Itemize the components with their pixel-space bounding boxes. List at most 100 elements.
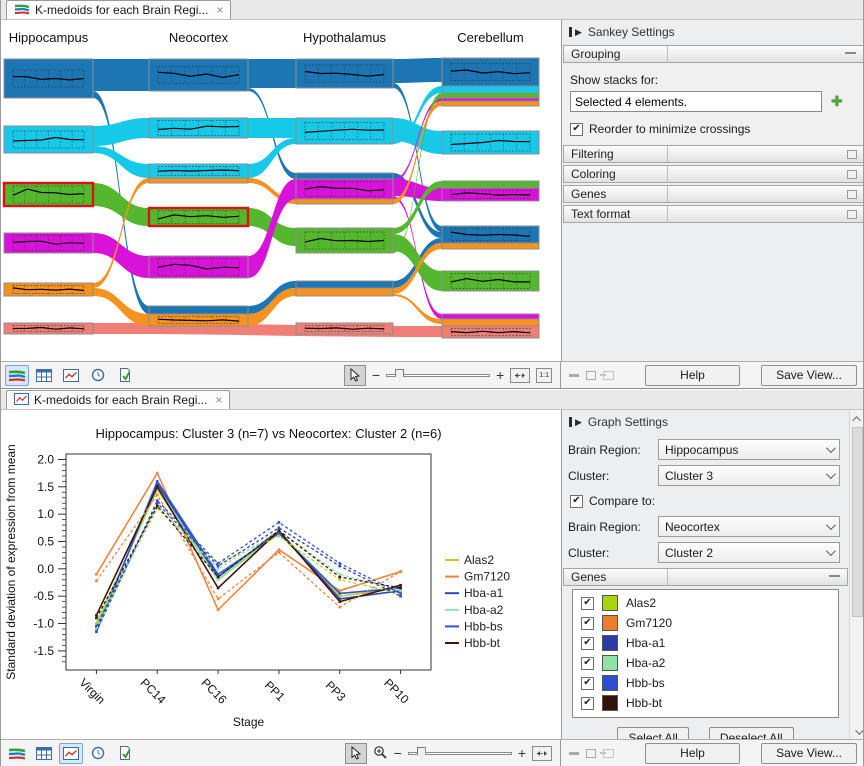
gene-row-alas2[interactable]: ✔Alas2 bbox=[573, 593, 838, 613]
gene-checkbox[interactable]: ✔ bbox=[581, 657, 594, 670]
expand-section-icon[interactable] bbox=[847, 170, 857, 179]
sankey-node-orange[interactable] bbox=[296, 288, 393, 296]
sankey-flow-blue[interactable] bbox=[393, 58, 442, 83]
gene-checkbox[interactable]: ✔ bbox=[581, 677, 594, 690]
gene-checkbox[interactable]: ✔ bbox=[581, 597, 594, 610]
section-header-text-format[interactable]: Text format bbox=[563, 205, 864, 223]
tab-graph-view[interactable]: K-medoids for each Brain Regi... × bbox=[6, 390, 230, 409]
sankey-diagram[interactable] bbox=[1, 53, 561, 362]
zoom-in-icon[interactable]: + bbox=[496, 368, 504, 382]
panel-title-sankey-settings[interactable]: ▶ Sankey Settings bbox=[562, 20, 864, 44]
scroll-down-icon[interactable] bbox=[850, 724, 864, 739]
panel-collapse-icon[interactable]: ▶ bbox=[569, 27, 582, 37]
sankey-node-cyan[interactable] bbox=[442, 86, 539, 93]
gene-row-hbb-bs[interactable]: ✔Hbb-bs bbox=[573, 673, 838, 693]
save-view-button[interactable]: Save View... bbox=[761, 365, 857, 386]
scroll-up-icon[interactable] bbox=[850, 411, 864, 426]
table-view-button[interactable] bbox=[32, 365, 56, 386]
save-view-button[interactable]: Save View... bbox=[761, 743, 857, 764]
add-selection-icon[interactable]: ✚ bbox=[831, 93, 843, 110]
compare-to-checkbox[interactable]: ✔ bbox=[570, 495, 583, 508]
brain-region-2-select[interactable]: Neocortex bbox=[658, 516, 840, 537]
sankey-flow-cyan[interactable] bbox=[93, 118, 149, 146]
expand-section-icon[interactable] bbox=[847, 210, 857, 219]
settings-scrollbar[interactable] bbox=[849, 410, 864, 740]
element-info-button[interactable] bbox=[113, 365, 137, 386]
zoom-100-icon[interactable]: 1:1 bbox=[536, 368, 552, 383]
zoom-in-icon[interactable]: + bbox=[518, 746, 526, 760]
zoom-slider[interactable] bbox=[386, 369, 490, 382]
cluster-select[interactable]: Cluster 3 bbox=[658, 465, 840, 486]
maximize-panel-icon[interactable] bbox=[586, 371, 596, 380]
element-info-button[interactable] bbox=[113, 743, 137, 764]
minimize-panel-icon[interactable] bbox=[569, 752, 579, 755]
close-tab-icon[interactable]: × bbox=[216, 3, 223, 17]
sankey-flow-blue[interactable] bbox=[93, 59, 149, 91]
selection-cursor-button[interactable] bbox=[345, 743, 367, 764]
stack-selection-input[interactable] bbox=[570, 91, 822, 112]
zoom-slider-thumb[interactable] bbox=[395, 369, 404, 382]
cluster-2-select[interactable]: Cluster 2 bbox=[658, 542, 840, 563]
sankey-flow-green[interactable] bbox=[93, 183, 149, 226]
section-header-filtering[interactable]: Filtering bbox=[563, 145, 864, 163]
sankey-node-orange[interactable] bbox=[442, 319, 539, 326]
sankey-flow-cyan[interactable] bbox=[393, 118, 442, 154]
sankey-flow-magenta[interactable] bbox=[93, 233, 149, 278]
reorder-checkbox[interactable]: ✔ bbox=[570, 123, 583, 136]
sankey-view-button[interactable] bbox=[5, 365, 29, 386]
section-header-genes[interactable]: Genes bbox=[563, 185, 864, 203]
panel-title-graph-settings[interactable]: ▶ Graph Settings bbox=[562, 410, 864, 434]
sankey-flow-blue[interactable] bbox=[248, 59, 296, 88]
tab-sankey-view[interactable]: K-medoids for each Brain Regi... × bbox=[6, 0, 231, 19]
gene-checkbox[interactable]: ✔ bbox=[581, 637, 594, 650]
gene-checkbox[interactable]: ✔ bbox=[581, 617, 594, 630]
minimize-panel-icon[interactable] bbox=[569, 374, 579, 377]
sankey-node-blue[interactable] bbox=[296, 281, 393, 288]
zoom-in-tool-icon[interactable] bbox=[373, 745, 388, 762]
maximize-panel-icon[interactable] bbox=[586, 749, 596, 758]
sankey-flow-cyan[interactable] bbox=[248, 118, 296, 138]
history-view-button[interactable] bbox=[86, 743, 110, 764]
expand-section-icon[interactable] bbox=[847, 150, 857, 159]
table-view-button[interactable] bbox=[32, 743, 56, 764]
gene-row-hba-a2[interactable]: ✔Hba-a2 bbox=[573, 653, 838, 673]
sankey-node-orange[interactable] bbox=[442, 101, 539, 106]
minimize-section-icon[interactable] bbox=[845, 52, 856, 56]
sankey-flow-orange[interactable] bbox=[393, 294, 442, 324]
sankey-node-green[interactable] bbox=[442, 181, 539, 188]
zoom-slider-thumb[interactable] bbox=[417, 747, 426, 760]
section-header-coloring[interactable]: Coloring bbox=[563, 165, 864, 183]
sankey-flow-cyan[interactable] bbox=[93, 146, 149, 178]
section-header-grouping[interactable]: Grouping bbox=[563, 45, 864, 63]
fit-width-icon[interactable] bbox=[510, 368, 530, 383]
gene-row-hbb-bt[interactable]: ✔Hbb-bt bbox=[573, 693, 838, 713]
help-button[interactable]: Help bbox=[645, 365, 740, 386]
section-header-genes[interactable]: Genes bbox=[563, 568, 848, 586]
graph-view-button[interactable] bbox=[59, 743, 83, 764]
brain-region-select[interactable]: Hippocampus bbox=[658, 439, 840, 460]
sankey-view-button[interactable] bbox=[5, 743, 29, 764]
sankey-node-blue[interactable] bbox=[296, 173, 393, 179]
sankey-node-green[interactable] bbox=[442, 93, 539, 98]
minimize-section-icon[interactable] bbox=[829, 575, 840, 579]
graph-view-button[interactable] bbox=[59, 365, 83, 386]
gene-checkbox[interactable]: ✔ bbox=[581, 697, 594, 710]
help-button[interactable]: Help bbox=[645, 743, 740, 764]
scrollbar-thumb[interactable] bbox=[852, 427, 863, 617]
gene-row-hba-a1[interactable]: ✔Hba-a1 bbox=[573, 633, 838, 653]
zoom-slider[interactable] bbox=[408, 747, 512, 760]
sankey-node-orange[interactable] bbox=[296, 199, 393, 204]
sankey-flow-orange[interactable] bbox=[93, 288, 149, 326]
zoom-out-icon[interactable]: − bbox=[394, 746, 402, 760]
panel-collapse-icon[interactable]: ▶ bbox=[569, 417, 582, 427]
fit-width-icon[interactable] bbox=[532, 746, 552, 761]
expand-section-icon[interactable] bbox=[847, 190, 857, 199]
close-tab-icon[interactable]: × bbox=[215, 393, 222, 407]
history-view-button[interactable] bbox=[86, 365, 110, 386]
gene-row-gm7120[interactable]: ✔Gm7120 bbox=[573, 613, 838, 633]
sankey-node-magenta[interactable] bbox=[442, 314, 539, 319]
sankey-node-orange[interactable] bbox=[149, 178, 248, 183]
sankey-node-blue[interactable] bbox=[149, 306, 248, 314]
sankey-node-orange[interactable] bbox=[442, 243, 539, 249]
zoom-out-icon[interactable]: − bbox=[372, 368, 380, 382]
